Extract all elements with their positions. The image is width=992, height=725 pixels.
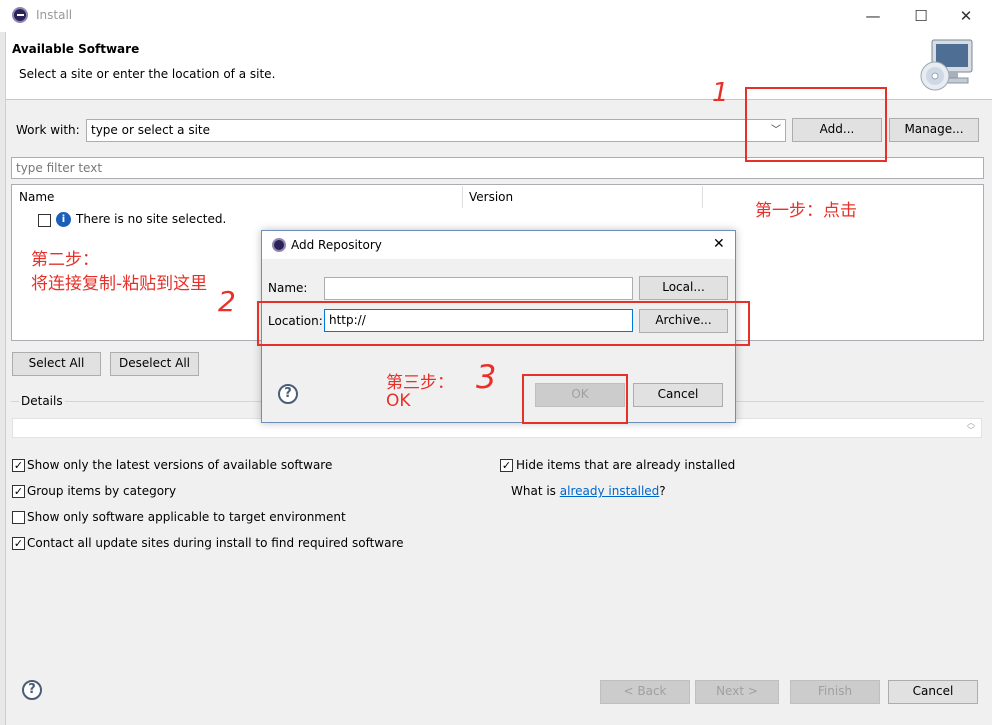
help-icon[interactable]: ? — [22, 680, 42, 700]
hide-installed-label[interactable]: Hide items that are already installed — [516, 458, 735, 472]
table-empty-message: There is no site selected. — [76, 212, 227, 226]
select-all-button[interactable]: Select All — [12, 352, 101, 376]
scroll-arrows-icon[interactable]: ︿ ﹀ — [967, 419, 975, 435]
what-is-installed-text: What is already installed? — [511, 484, 666, 498]
column-divider — [702, 186, 703, 208]
annotation-box-location — [257, 301, 750, 346]
latest-only-checkbox[interactable]: ✓ — [12, 459, 25, 472]
contact-sites-checkbox[interactable]: ✓ — [12, 537, 25, 550]
maximize-button[interactable]: ☐ — [906, 4, 936, 28]
dialog-help-icon[interactable]: ? — [278, 384, 298, 404]
background-window-edge — [0, 32, 6, 725]
annotation-number-1: 1 — [712, 78, 729, 108]
group-by-category-label[interactable]: Group items by category — [27, 484, 176, 498]
target-env-checkbox[interactable] — [12, 511, 25, 524]
annotation-box-ok — [522, 374, 628, 424]
dialog-close-button[interactable]: ✕ — [713, 236, 725, 252]
eclipse-dialog-icon — [272, 238, 286, 252]
annotation-step3-line2: OK — [386, 391, 411, 411]
column-header-version[interactable]: Version — [469, 190, 513, 204]
title-bar — [0, 0, 992, 32]
work-with-value: type or select a site — [91, 123, 211, 137]
work-with-label: Work with: — [16, 123, 80, 137]
local-button[interactable]: Local... — [639, 276, 728, 300]
page-title: Available Software — [12, 42, 140, 56]
deselect-all-button[interactable]: Deselect All — [110, 352, 199, 376]
already-installed-link[interactable]: already installed — [560, 484, 660, 498]
hide-installed-checkbox[interactable]: ✓ — [500, 459, 513, 472]
group-by-category-checkbox[interactable]: ✓ — [12, 485, 25, 498]
annotation-step1: 第一步：点击 — [755, 201, 857, 221]
details-label: Details — [19, 394, 65, 408]
annotation-number-2: 2 — [218, 285, 236, 318]
eclipse-app-icon — [12, 7, 28, 23]
window-title: Install — [36, 8, 73, 22]
annotation-step2-line2: 将连接复制-粘贴到这里 — [31, 274, 208, 294]
annotation-box-add — [745, 87, 887, 162]
what-is-prefix: What is — [511, 484, 560, 498]
info-icon: i — [56, 212, 71, 227]
finish-button[interactable]: Finish — [790, 680, 880, 704]
dialog-title: Add Repository — [291, 238, 382, 252]
repo-name-label: Name: — [268, 281, 308, 295]
target-env-label[interactable]: Show only software applicable to target … — [27, 510, 346, 524]
manage-sites-button[interactable]: Manage... — [889, 118, 979, 142]
work-with-combo[interactable]: type or select a site ﹀ — [86, 119, 786, 142]
page-description: Select a site or enter the location of a… — [19, 67, 276, 81]
back-button[interactable]: < Back — [600, 680, 690, 704]
close-window-button[interactable]: ✕ — [951, 4, 981, 28]
contact-sites-label[interactable]: Contact all update sites during install … — [27, 536, 404, 550]
table-row-checkbox[interactable] — [38, 214, 51, 227]
latest-only-label[interactable]: Show only the latest versions of availab… — [27, 458, 332, 472]
cancel-button[interactable]: Cancel — [888, 680, 978, 704]
install-monitor-cd-icon — [920, 39, 973, 91]
dialog-cancel-button[interactable]: Cancel — [633, 383, 723, 407]
annotation-number-3: 3 — [476, 358, 497, 396]
column-divider — [462, 186, 463, 208]
what-is-suffix: ? — [659, 484, 666, 498]
repo-name-input[interactable] — [324, 277, 633, 300]
minimize-button[interactable]: — — [858, 4, 888, 28]
annotation-step2-line1: 第二步： — [31, 250, 99, 270]
annotation-step3-line1: 第三步： — [386, 373, 454, 393]
next-button[interactable]: Next > — [695, 680, 779, 704]
column-header-name[interactable]: Name — [19, 190, 54, 204]
